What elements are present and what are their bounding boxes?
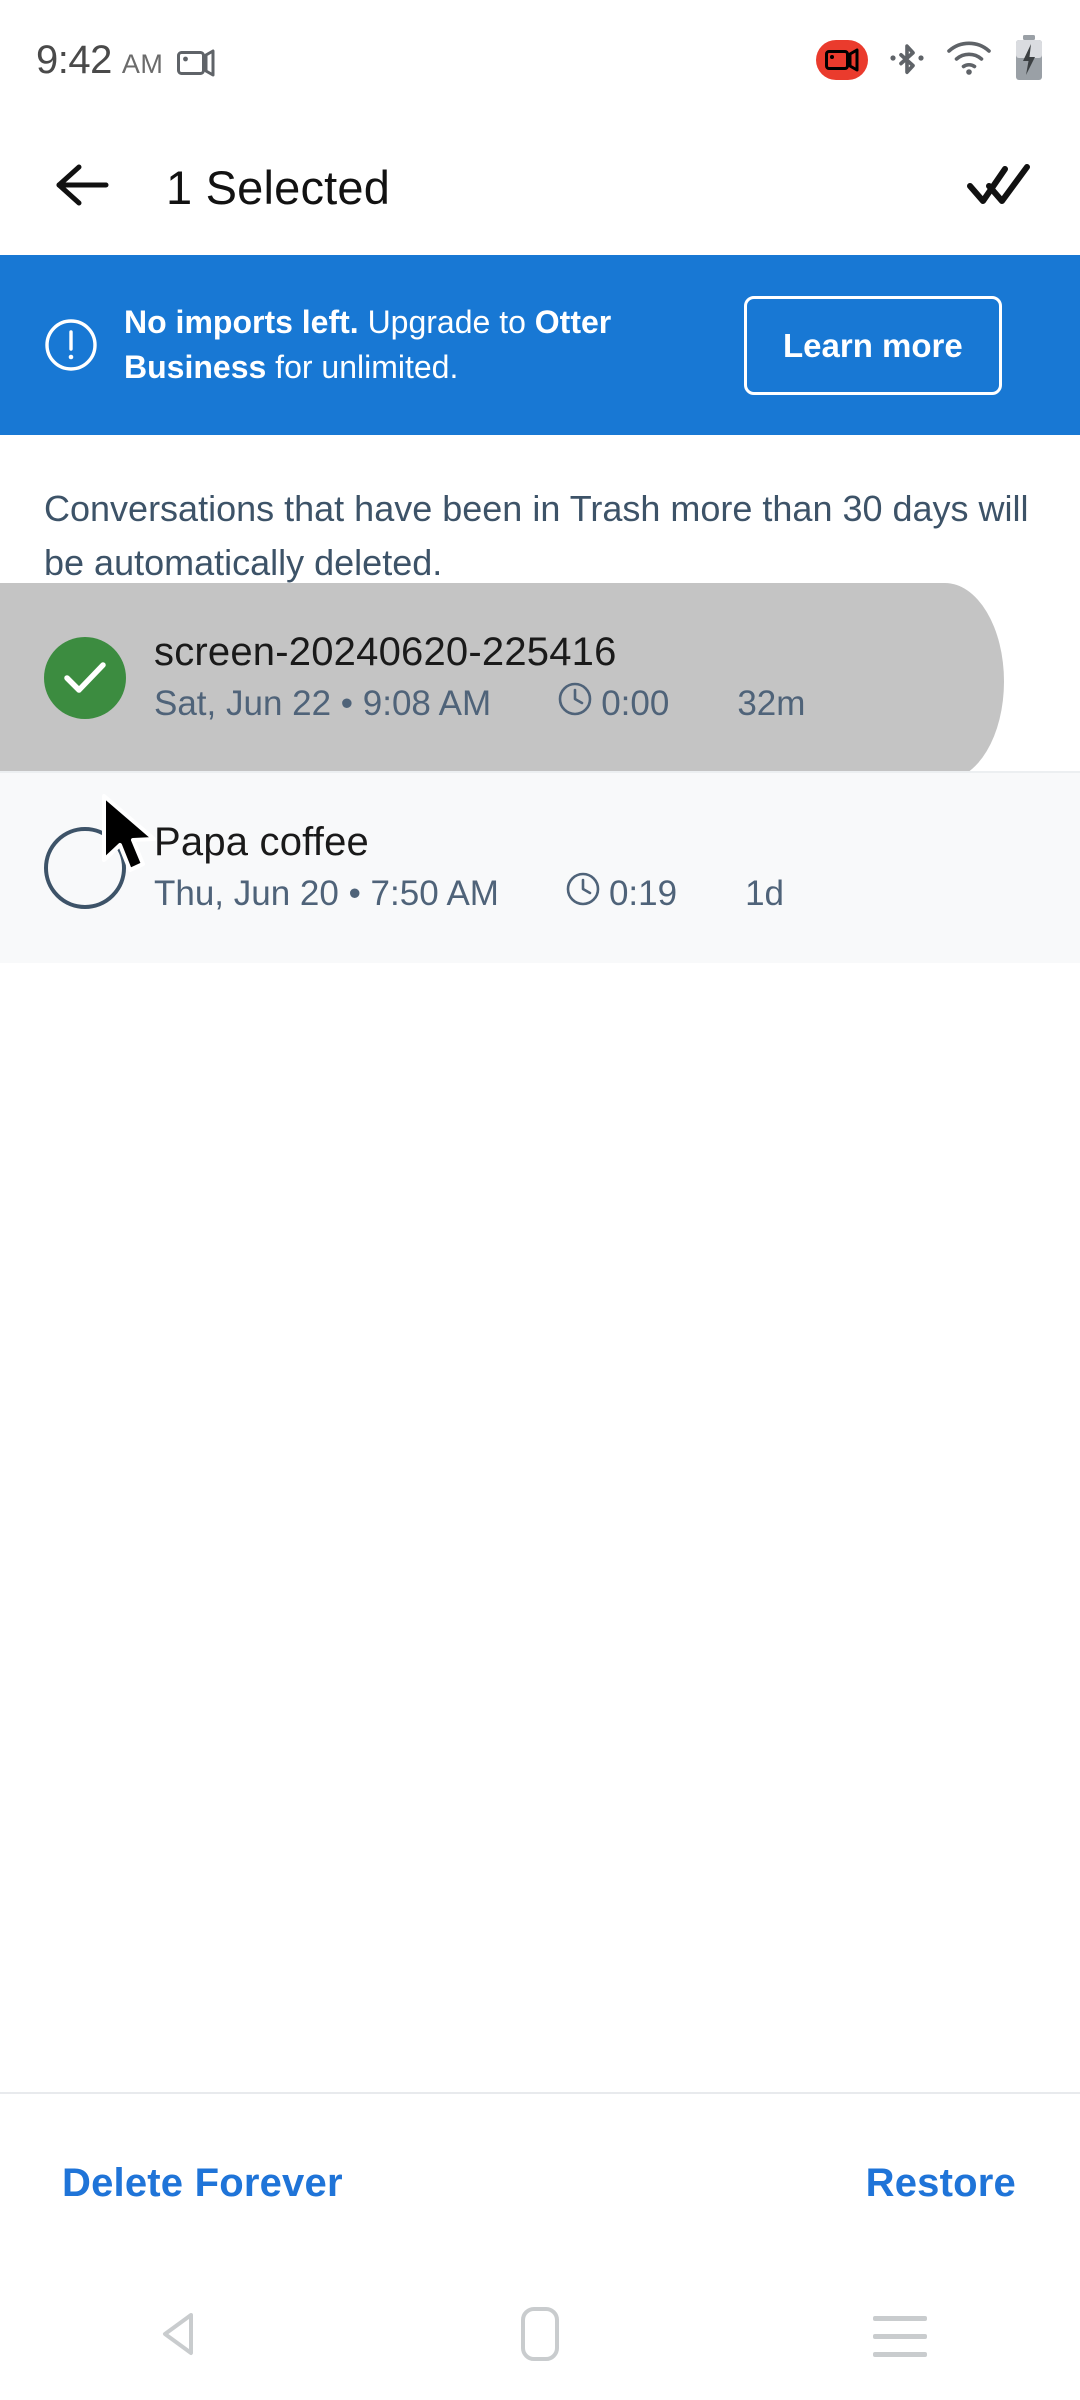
row-age: 1d [745, 873, 785, 913]
nav-back-triangle-icon [159, 2311, 201, 2362]
delete-forever-button[interactable]: Delete Forever [62, 2161, 343, 2206]
row-date: Thu, Jun 20 • 7:50 AM [154, 873, 499, 913]
double-check-icon [967, 162, 1031, 213]
table-row[interactable]: Papa coffee Thu, Jun 20 • 7:50 AM 0:19 1… [0, 773, 1080, 963]
learn-more-button[interactable]: Learn more [744, 295, 1002, 395]
row-content: Papa coffee Thu, Jun 20 • 7:50 AM 0:19 1… [154, 820, 1080, 916]
back-button[interactable] [44, 150, 120, 226]
row-meta: Thu, Jun 20 • 7:50 AM 0:19 1d [154, 871, 1060, 916]
table-row[interactable]: screen-20240620-225416 Sat, Jun 22 • 9:0… [0, 583, 1080, 780]
nav-home-button[interactable] [480, 2286, 600, 2386]
clock-icon [565, 871, 601, 916]
row-checkbox-selected[interactable] [44, 637, 126, 719]
restore-button[interactable]: Restore [866, 2161, 1016, 2206]
phone-screen: 9:42 AM 1 Selected No imports left. Upgr… [0, 0, 1080, 2400]
battery-charging-icon [1014, 34, 1044, 86]
row-title: screen-20240620-225416 [154, 630, 617, 674]
status-bar-icons [816, 34, 1044, 86]
bluetooth-icon [890, 37, 924, 84]
row-duration-value: 0:19 [608, 873, 678, 913]
android-nav-bar [0, 2272, 1080, 2400]
row-age: 32m [737, 683, 806, 723]
row-duration: 0:19 [565, 871, 677, 916]
trash-retention-notice: Conversations that have been in Trash mo… [44, 488, 1029, 583]
conversation-list: screen-20240620-225416 Sat, Jun 22 • 9:0… [0, 583, 1080, 963]
status-time: 9:42 [36, 37, 112, 82]
row-checkbox-unselected[interactable] [44, 827, 126, 909]
status-bar: 9:42 AM [0, 0, 1080, 120]
row-meta: Sat, Jun 22 • 9:08 AM 0:00 32m [154, 681, 1060, 726]
clock-icon [557, 681, 593, 726]
page-title: 1 Selected [166, 161, 391, 214]
selection-action-bar: Delete Forever Restore [0, 2092, 1080, 2272]
banner-part-0: No imports left. [124, 304, 359, 340]
nav-recents-button[interactable] [840, 2286, 960, 2386]
select-all-button[interactable] [956, 145, 1042, 231]
row-duration-value: 0:00 [601, 683, 670, 723]
arrow-left-icon [54, 162, 110, 213]
app-bar: 1 Selected [0, 120, 1080, 255]
row-duration: 0:00 [557, 681, 669, 726]
row-date: Sat, Jun 22 • 9:08 AM [154, 683, 492, 723]
status-ampm: AM [121, 48, 164, 79]
status-bar-clock: 9:42 AM [36, 38, 163, 83]
nav-back-button[interactable] [120, 2286, 240, 2386]
screen-record-small-icon [177, 48, 215, 78]
banner-message: No imports left. Upgrade to Otter Busine… [124, 300, 744, 390]
upgrade-banner: No imports left. Upgrade to Otter Busine… [0, 255, 1080, 435]
row-title: Papa coffee [154, 820, 369, 864]
row-content: screen-20240620-225416 Sat, Jun 22 • 9:0… [154, 630, 1080, 726]
screen-record-badge-icon [816, 40, 868, 80]
nav-recents-icon [873, 2315, 927, 2357]
wifi-icon [946, 40, 992, 81]
banner-part-1: Upgrade to [358, 304, 535, 340]
alert-circle-icon [44, 318, 98, 372]
banner-part-3: for unlimited. [266, 349, 459, 385]
check-icon [44, 637, 126, 719]
empty-circle-icon [44, 827, 126, 909]
nav-home-icon [520, 2306, 560, 2367]
